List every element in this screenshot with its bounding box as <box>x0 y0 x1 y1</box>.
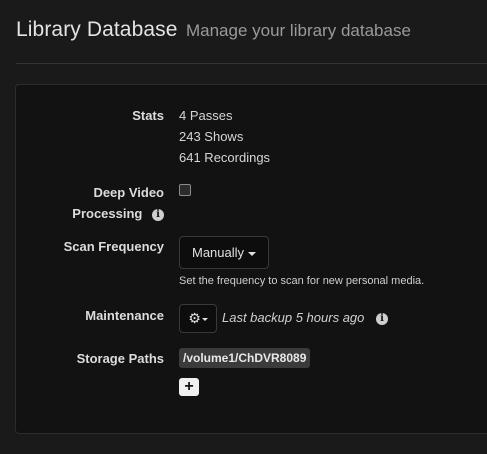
stats-label: Stats <box>132 108 164 123</box>
info-circle-icon[interactable]: i <box>376 312 389 325</box>
deep-video-label: Deep Video Processing i <box>72 182 164 224</box>
stats-recordings: 641 Recordings <box>179 150 271 165</box>
deep-video-checkbox[interactable] <box>179 184 191 196</box>
storage-paths-label: Storage Paths <box>76 351 164 366</box>
stats-shows: 243 Shows <box>179 129 244 144</box>
chevron-down-icon <box>248 251 257 256</box>
stats-values: 4 Passes 243 Shows 641 Recordings <box>179 105 270 168</box>
last-backup-text: Last backup 5 hours ago <box>222 310 365 325</box>
scan-frequency-selected: Manually <box>192 245 245 260</box>
storage-path-badge[interactable]: /volume1/ChDVR8089 <box>179 348 311 368</box>
info-circle-icon[interactable]: i <box>152 208 164 221</box>
stats-passes: 4 Passes <box>179 108 233 123</box>
maintenance-status: Last backup 5 hours ago i <box>222 310 389 325</box>
chevron-down-icon <box>201 317 208 321</box>
page-header: Library Database Manage your library dat… <box>16 18 487 64</box>
maintenance-label: Maintenance <box>85 308 164 323</box>
page-title: Library Database <box>16 18 178 41</box>
gear-icon: ⚙ <box>188 310 201 326</box>
deep-video-label-line1: Deep Video <box>93 185 164 200</box>
add-storage-path-button[interactable]: + <box>179 378 199 396</box>
maintenance-gear-button[interactable]: ⚙ <box>179 304 217 333</box>
scan-frequency-help: Set the frequency to scan for new person… <box>179 275 425 287</box>
plus-icon: + <box>184 378 194 395</box>
deep-video-label-line2-row: Processing i <box>72 203 164 224</box>
deep-video-label-line2: Processing <box>72 206 143 221</box>
scan-frequency-label: Scan Frequency <box>63 239 164 254</box>
page-subtitle: Manage your library database <box>185 21 411 40</box>
scan-frequency-dropdown[interactable]: Manually <box>179 236 270 269</box>
